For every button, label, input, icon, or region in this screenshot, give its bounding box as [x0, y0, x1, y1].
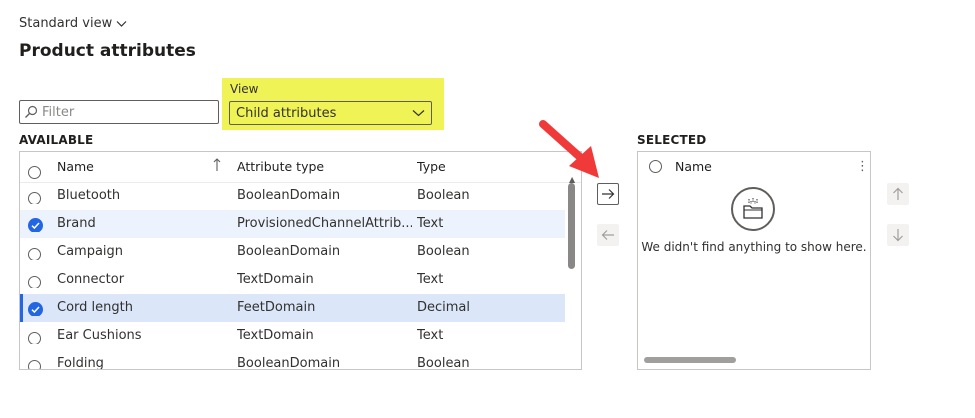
table-row[interactable]: Campaign BooleanDomain Boolean [20, 238, 565, 266]
radio-empty-icon [28, 276, 41, 288]
arrow-left-icon [601, 230, 614, 240]
cell-name: Folding [57, 356, 104, 370]
chevron-down-icon [116, 20, 127, 27]
radio-empty-icon [28, 360, 41, 369]
view-selector[interactable]: Standard view [19, 16, 127, 31]
select-all-radio[interactable] [649, 160, 662, 176]
column-header-attribute-type[interactable]: Attribute type [237, 152, 412, 182]
horizontal-scrollbar[interactable] [644, 357, 736, 363]
cell-attribute-type: BooleanDomain [237, 356, 341, 370]
move-down-button[interactable] [887, 224, 909, 246]
chevron-down-icon [412, 110, 425, 117]
row-select-radio[interactable] [28, 188, 48, 204]
grid-header: Name ⋮ [638, 152, 870, 182]
cell-attribute-type: ProvisionedChannelAttrib... [237, 216, 412, 231]
cell-type: Boolean [417, 244, 470, 259]
row-select-radio[interactable] [28, 328, 48, 344]
empty-folder-icon [731, 187, 775, 231]
row-select-radio[interactable] [28, 300, 48, 316]
row-select-radio[interactable] [28, 356, 48, 369]
row-select-radio[interactable] [28, 244, 48, 260]
selected-grid: Name ⋮ We didn't find anything to show h… [637, 151, 871, 370]
checkmark-icon [28, 218, 43, 232]
checkmark-icon [28, 302, 43, 316]
column-header-name[interactable]: Name [57, 152, 227, 182]
search-icon [25, 105, 38, 118]
row-select-radio[interactable] [28, 216, 48, 232]
cell-name: Bluetooth [57, 188, 121, 203]
cell-name: Ear Cushions [57, 328, 142, 343]
cell-type: Text [417, 328, 444, 343]
sort-ascending-icon[interactable] [213, 158, 221, 172]
radio-empty-icon [28, 248, 41, 260]
table-row[interactable]: Connector TextDomain Text [20, 266, 565, 294]
page-title: Product attributes [19, 41, 196, 61]
move-up-button[interactable] [887, 183, 909, 205]
arrow-right-icon [602, 189, 615, 199]
cell-type: Text [417, 272, 444, 287]
cell-name: Cord length [57, 300, 133, 315]
cell-name: Connector [57, 272, 125, 287]
cell-attribute-type: BooleanDomain [237, 188, 341, 203]
more-options-icon[interactable]: ⋮ [856, 152, 869, 182]
cell-attribute-type: TextDomain [237, 272, 314, 287]
vertical-scrollbar[interactable] [568, 183, 575, 269]
remove-from-selected-button[interactable] [597, 224, 619, 246]
available-grid: Name Attribute type Type Bluetooth Boole… [19, 151, 582, 370]
table-row[interactable]: Ear Cushions TextDomain Text [20, 322, 565, 350]
cell-type: Boolean [417, 356, 470, 370]
table-row[interactable]: Folding BooleanDomain Boolean [20, 350, 565, 370]
row-select-radio[interactable] [28, 272, 48, 288]
annotation-arrow-icon [539, 120, 599, 178]
cell-type: Decimal [417, 300, 471, 315]
cell-attribute-type: TextDomain [237, 328, 314, 343]
radio-empty-icon [28, 332, 41, 344]
table-row[interactable]: Bluetooth BooleanDomain Boolean [20, 182, 565, 210]
empty-message: We didn't find anything to show here. [641, 240, 867, 254]
cell-name: Brand [57, 216, 96, 231]
filter-input[interactable] [40, 103, 214, 121]
filter-box[interactable] [19, 100, 219, 124]
view-selector-label: Standard view [19, 16, 113, 31]
arrow-down-icon [893, 229, 903, 242]
arrow-up-icon [893, 187, 903, 200]
radio-empty-icon [28, 192, 41, 204]
table-row[interactable]: Brand ProvisionedChannelAttrib... Text [20, 210, 565, 238]
cell-attribute-type: BooleanDomain [237, 244, 341, 259]
cell-type: Boolean [417, 188, 470, 203]
column-header-name[interactable]: Name [675, 152, 712, 182]
add-to-selected-button[interactable] [597, 183, 619, 205]
selected-label: SELECTED [637, 133, 707, 147]
available-label: AVAILABLE [19, 133, 94, 147]
view-dropdown-value: Child attributes [236, 105, 337, 121]
cell-type: Text [417, 216, 444, 231]
table-row[interactable]: Cord length FeetDomain Decimal [20, 294, 565, 322]
cell-name: Campaign [57, 244, 124, 259]
grid-header: Name Attribute type Type [20, 152, 581, 183]
view-dropdown[interactable]: Child attributes [229, 101, 432, 125]
view-label: View [230, 82, 259, 96]
cell-attribute-type: FeetDomain [237, 300, 316, 315]
